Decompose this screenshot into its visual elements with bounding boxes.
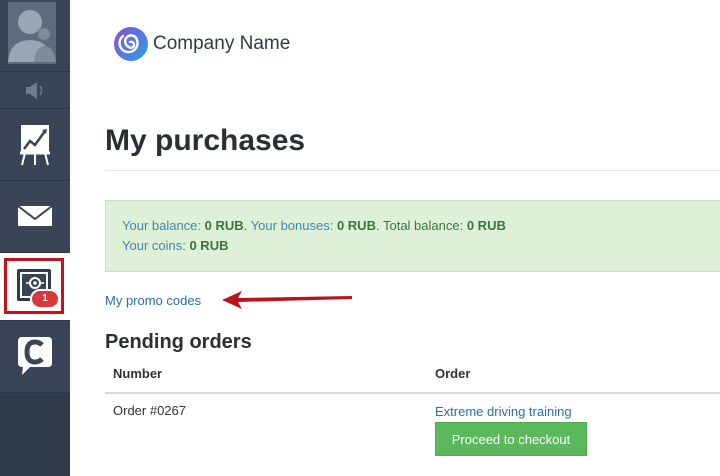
balance-value: 0 RUB — [204, 218, 244, 233]
punct: . — [243, 218, 248, 233]
bonuses-label: Your bonuses: — [250, 218, 334, 233]
sidebar-statistics[interactable] — [0, 109, 70, 181]
sidebar-chat[interactable] — [0, 321, 70, 393]
company-logo-icon[interactable] — [113, 26, 149, 62]
sidebar-mail[interactable] — [0, 181, 70, 253]
mail-icon — [17, 205, 53, 226]
order-number-cell: Order #0267 — [113, 403, 186, 418]
notification-badge: 1 — [30, 289, 60, 309]
promo-codes-link[interactable]: My promo codes — [105, 293, 201, 308]
chat-c-icon — [18, 337, 52, 375]
column-header-number: Number — [113, 366, 163, 381]
table-header-divider — [105, 392, 720, 394]
punct: . — [375, 218, 380, 233]
total-value: 0 RUB — [466, 218, 506, 233]
sidebar-filler — [0, 393, 70, 476]
sidebar-avatar[interactable] — [0, 0, 70, 72]
balance-line-1: Your balance: 0 RUB. Your bonuses: 0 RUB… — [122, 216, 720, 236]
left-sidebar — [0, 0, 70, 476]
company-name[interactable]: Company Name — [153, 33, 290, 55]
pending-orders-title: Pending orders — [105, 331, 252, 353]
speaker-icon — [26, 82, 43, 99]
proceed-to-checkout-button[interactable]: Proceed to checkout — [435, 422, 587, 456]
total-label: Total balance: — [382, 218, 464, 233]
user-avatar-icon — [8, 2, 56, 64]
column-header-order: Order — [435, 366, 471, 381]
bonuses-value: 0 RUB — [336, 218, 376, 233]
order-item-link[interactable]: Extreme driving training — [435, 404, 572, 419]
page-title: My purchases — [105, 124, 306, 157]
balance-label: Your balance: — [122, 218, 202, 233]
growth-chart-icon — [20, 125, 50, 166]
coins-label: Your coins: — [122, 238, 186, 253]
arrow-pointer-icon — [222, 291, 352, 309]
title-divider — [105, 170, 720, 171]
balance-panel: Your balance: 0 RUB. Your bonuses: 0 RUB… — [105, 200, 720, 272]
balance-line-2: Your coins: 0 RUB — [122, 236, 720, 256]
sidebar-sound[interactable] — [0, 72, 70, 109]
coins-value: 0 RUB — [189, 238, 229, 253]
